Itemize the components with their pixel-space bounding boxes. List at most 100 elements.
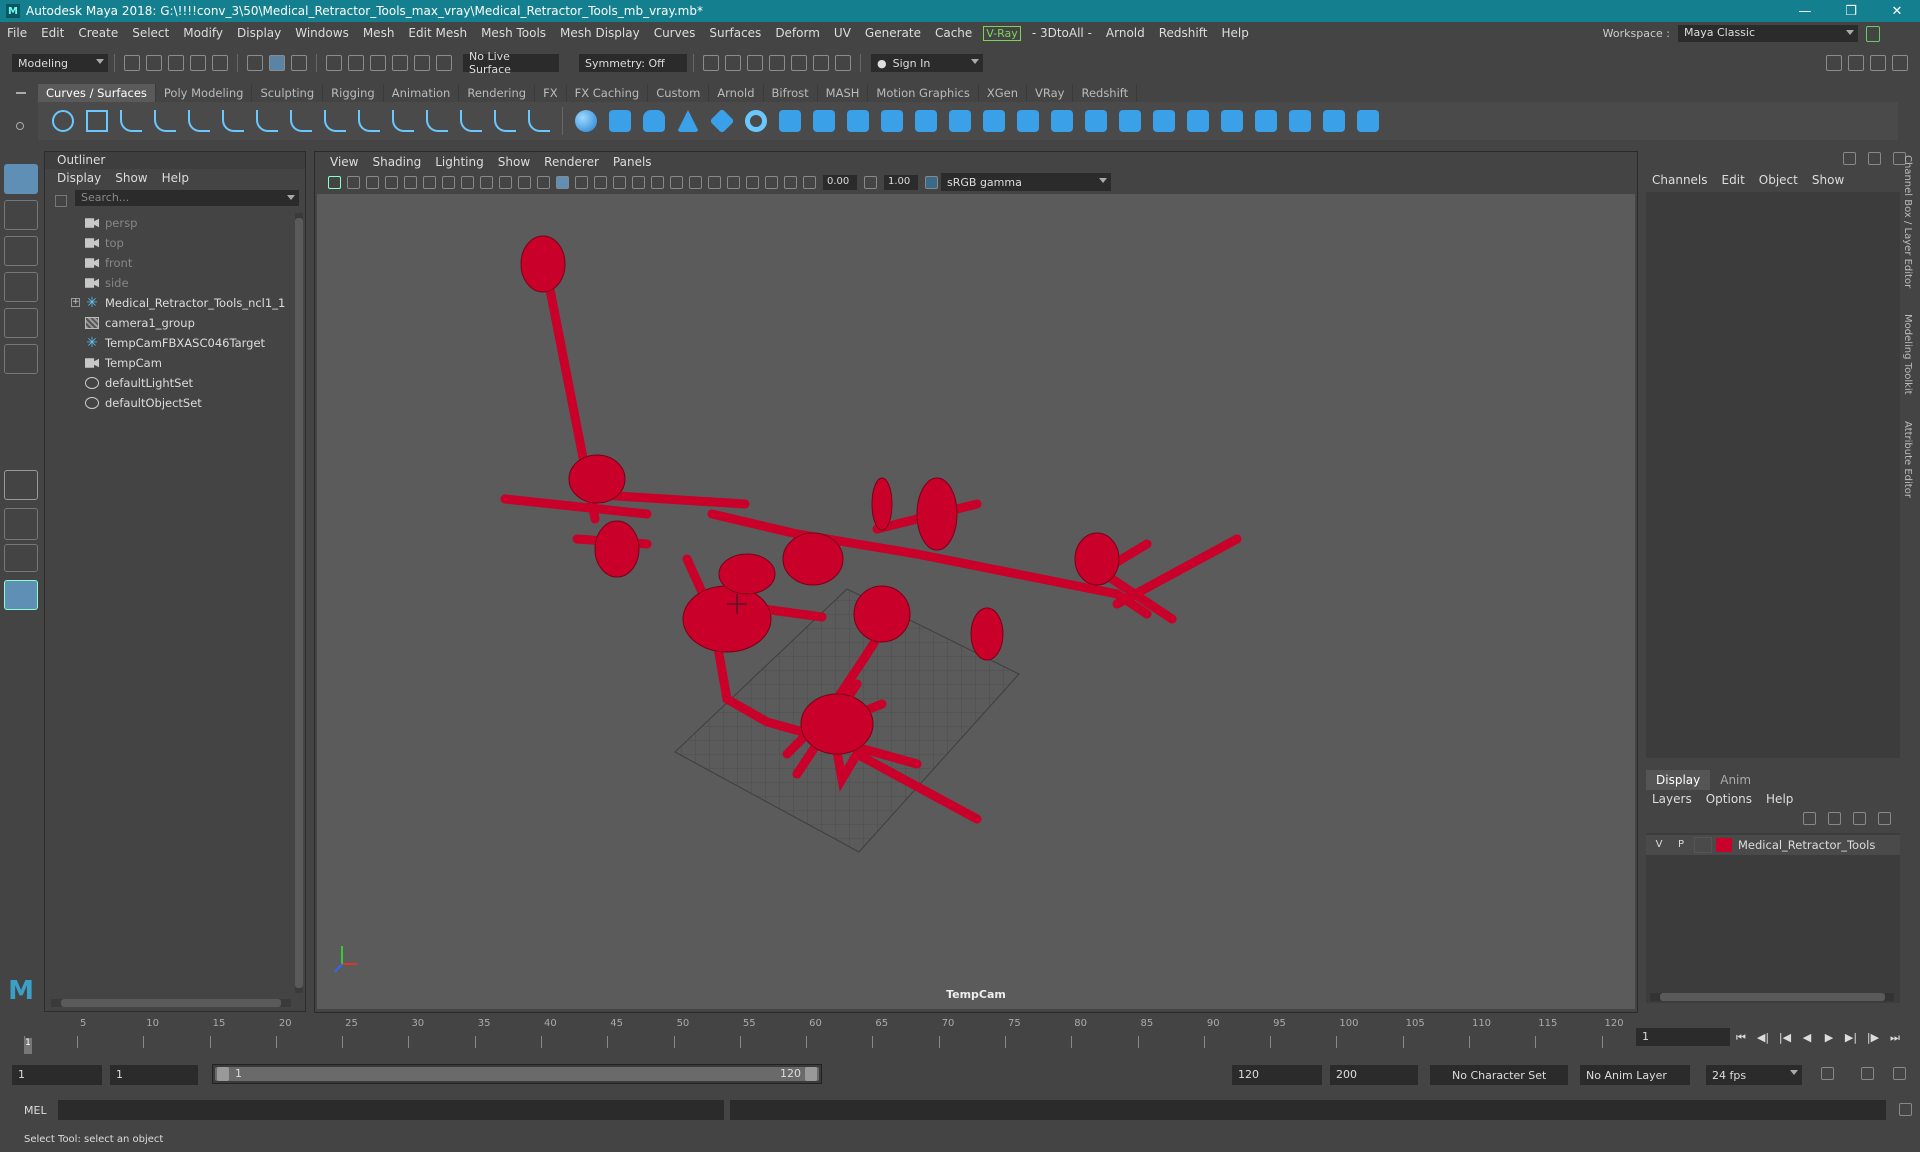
nurbs-circle-icon[interactable] xyxy=(52,110,74,132)
extend-curve-icon[interactable] xyxy=(392,110,414,132)
smooth-shade-icon[interactable] xyxy=(575,175,588,189)
nurbs-cube-icon[interactable] xyxy=(609,110,631,132)
retractor-part[interactable] xyxy=(970,607,1004,661)
new-layer-from-selected-icon[interactable] xyxy=(1878,812,1891,825)
attribute-editor-icon[interactable] xyxy=(1848,55,1864,71)
playback-start-field[interactable]: 1 xyxy=(110,1065,198,1085)
step-forward-frame-icon[interactable]: ▶| xyxy=(1844,1031,1858,1045)
shelf-tab-fx[interactable]: FX xyxy=(535,84,567,102)
nurbs-cone-icon[interactable] xyxy=(677,110,699,132)
color-space-dropdown[interactable]: sRGB gamma xyxy=(941,173,1111,191)
rotate-tool-icon[interactable] xyxy=(4,308,38,338)
range-start-handle[interactable] xyxy=(217,1067,229,1081)
retractor-part[interactable] xyxy=(568,454,626,504)
new-layer-icon[interactable] xyxy=(1853,812,1866,825)
menu-surfaces[interactable]: Surfaces xyxy=(702,26,768,40)
snap-vertex-icon[interactable] xyxy=(436,55,452,71)
shelf-tab-rendering[interactable]: Rendering xyxy=(459,84,536,102)
menu-deform[interactable]: Deform xyxy=(768,26,827,40)
layer-color-swatch[interactable] xyxy=(1716,838,1732,852)
play-forwards-icon[interactable]: ▶ xyxy=(1822,1031,1836,1045)
outliner-layout-icon[interactable] xyxy=(4,580,38,610)
menu-3dtoall[interactable]: - 3DtoAll - xyxy=(1025,26,1099,40)
shelf-scroll[interactable] xyxy=(1900,102,1912,140)
shelf-tab-mash[interactable]: MASH xyxy=(818,84,869,102)
menu-arnold[interactable]: Arnold xyxy=(1099,26,1152,40)
go-to-end-icon[interactable]: ⏭ xyxy=(1888,1031,1902,1045)
lock-icon[interactable] xyxy=(1866,25,1880,42)
offset-curve-icon[interactable] xyxy=(426,110,448,132)
select-tool-icon[interactable] xyxy=(4,164,38,194)
layer-menu-layers[interactable]: Layers xyxy=(1652,792,1692,806)
untrim-icon[interactable] xyxy=(1153,110,1175,132)
animation-preferences-icon[interactable] xyxy=(1893,1067,1906,1080)
channel-box-menu-show[interactable]: Show xyxy=(1812,173,1844,187)
shelf-tab-sculpting[interactable]: Sculpting xyxy=(252,84,324,102)
shelf-tab-xgen[interactable]: XGen xyxy=(979,84,1027,102)
camera-attributes-icon[interactable] xyxy=(347,175,360,189)
boundary-icon[interactable] xyxy=(983,110,1005,132)
grease-pencil-icon[interactable] xyxy=(423,175,436,189)
move-layer-down-icon[interactable] xyxy=(1828,812,1841,825)
scene-end-field[interactable]: 200 xyxy=(1330,1065,1418,1085)
ep-curve-icon[interactable] xyxy=(154,110,176,132)
viewport-menu-panels[interactable]: Panels xyxy=(606,155,659,169)
layer-tab-anim[interactable]: Anim xyxy=(1710,770,1761,790)
bookmark-icon[interactable] xyxy=(366,175,379,189)
curve-editing-icon[interactable] xyxy=(528,110,550,132)
menu-select[interactable]: Select xyxy=(125,26,176,40)
cv-curve-icon[interactable] xyxy=(120,110,142,132)
ipr-render-icon[interactable] xyxy=(747,55,763,71)
menu-curves[interactable]: Curves xyxy=(647,26,703,40)
grid-toggle-icon[interactable] xyxy=(442,175,455,189)
select-hierarchy-icon[interactable] xyxy=(247,55,263,71)
extrude-icon[interactable] xyxy=(881,110,903,132)
menu-create[interactable]: Create xyxy=(71,26,125,40)
retractor-part[interactable] xyxy=(718,553,776,595)
rebuild-surface-icon[interactable] xyxy=(1255,110,1277,132)
retractor-part[interactable] xyxy=(916,477,958,551)
pause-icon[interactable] xyxy=(835,55,851,71)
minimize-icon[interactable]: — xyxy=(1782,0,1828,22)
script-editor-icon[interactable] xyxy=(1899,1103,1912,1116)
layer-row[interactable]: V P Medical_Retractor_Tools xyxy=(1646,835,1900,855)
render-view-icon[interactable] xyxy=(813,55,829,71)
outliner-item[interactable]: + ✳ Medical_Retractor_Tools_ncl1_1 xyxy=(45,293,295,313)
paint-select-icon[interactable] xyxy=(4,236,38,266)
trim-tool-icon[interactable] xyxy=(1119,110,1141,132)
move-layer-up-icon[interactable] xyxy=(1803,812,1816,825)
live-surface-field[interactable]: No Live Surface xyxy=(463,50,559,76)
step-back-key-icon[interactable]: ◀| xyxy=(1756,1031,1770,1045)
arc-icon[interactable] xyxy=(256,110,278,132)
textured-icon[interactable] xyxy=(613,175,626,189)
current-frame-marker[interactable]: 1 xyxy=(24,1038,32,1054)
attach-curves-icon[interactable] xyxy=(290,110,312,132)
layer-visibility-toggle[interactable]: V xyxy=(1650,837,1668,853)
retractor-part[interactable] xyxy=(520,235,566,293)
nurbs-square-icon[interactable] xyxy=(86,110,108,132)
shelf-tab-animation[interactable]: Animation xyxy=(384,84,460,102)
character-set-dropdown[interactable]: No Character Set xyxy=(1430,1065,1568,1085)
four-view-layout-icon[interactable] xyxy=(4,508,38,540)
xray-joints-icon[interactable] xyxy=(689,175,702,189)
birail-icon[interactable] xyxy=(915,110,937,132)
nurbs-sphere-icon[interactable] xyxy=(575,110,597,132)
scene-start-field[interactable]: 1 xyxy=(12,1065,102,1085)
step-back-frame-icon[interactable]: |◀ xyxy=(1778,1031,1792,1045)
time-slider[interactable]: 5 10 15 20 25 30 35 40 45 50 55 60 65 70 75 80 85 90 95 100… xyxy=(14,1016,1628,1056)
menu-edit-mesh[interactable]: Edit Mesh xyxy=(401,26,474,40)
shadows-icon[interactable] xyxy=(651,175,664,189)
shelf-tab-rigging[interactable]: Rigging xyxy=(323,84,384,102)
layer-playback-toggle[interactable]: P xyxy=(1672,837,1690,853)
2d-pan-zoom-icon[interactable] xyxy=(404,175,417,189)
outliner-item[interactable]: defaultLightSet xyxy=(45,373,295,393)
range-slider[interactable]: 1 120 xyxy=(212,1064,822,1084)
fillet-icon[interactable] xyxy=(1323,110,1345,132)
color-management-icon[interactable] xyxy=(925,175,938,189)
retractor-part[interactable] xyxy=(682,585,772,653)
retractor-part[interactable] xyxy=(800,693,874,755)
field-chart-icon[interactable] xyxy=(518,175,531,189)
single-perspective-layout-icon[interactable] xyxy=(4,470,38,500)
insert-knot-icon[interactable] xyxy=(358,110,380,132)
channel-box-menu-channels[interactable]: Channels xyxy=(1652,173,1708,187)
